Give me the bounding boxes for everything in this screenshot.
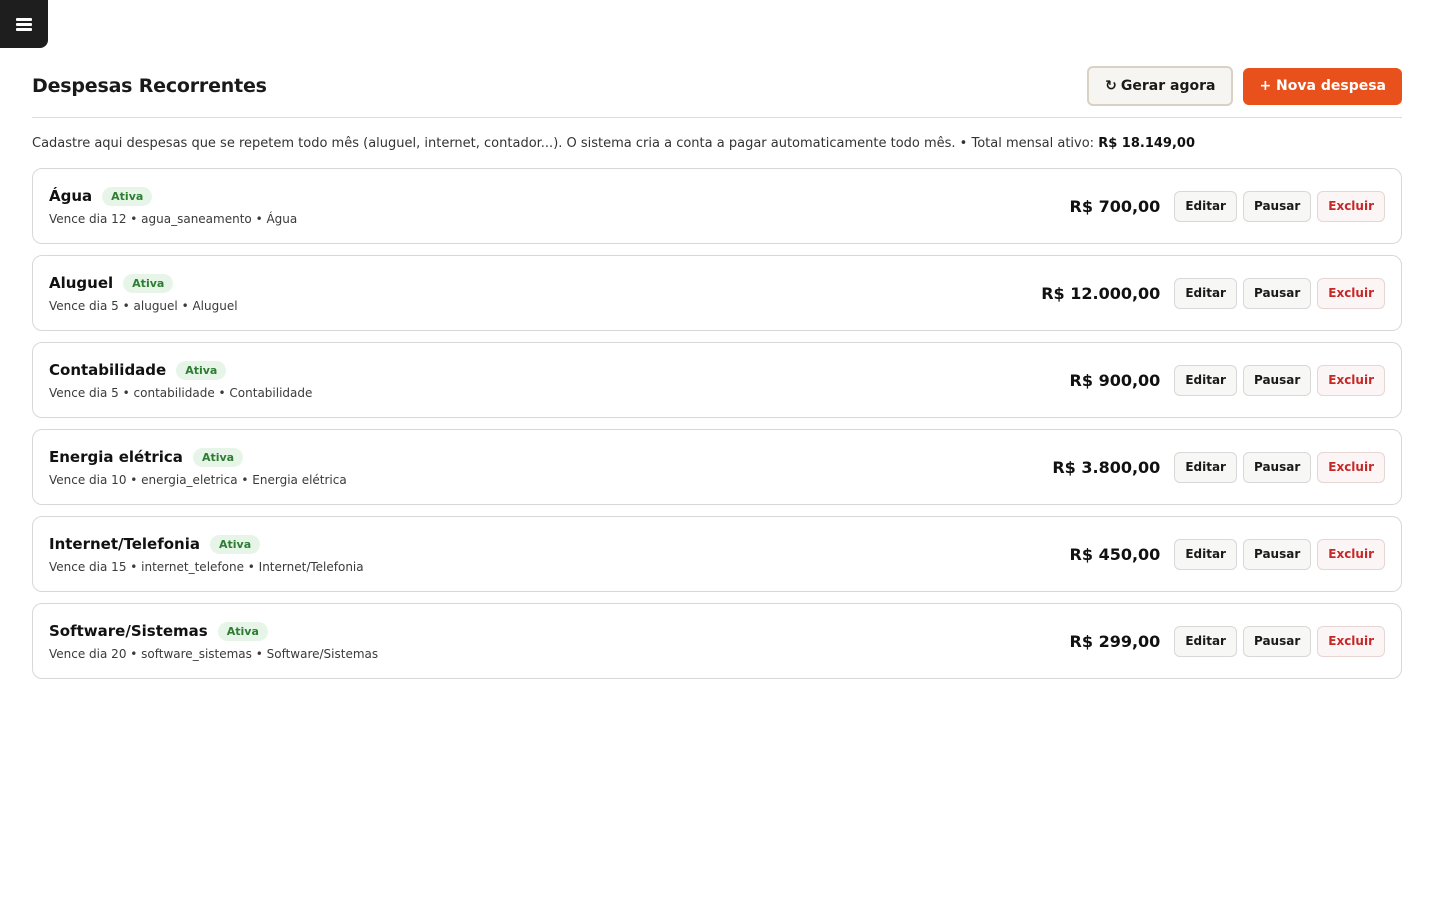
expense-info: Água Ativa Vence dia 12 • agua_saneament… [49,186,298,226]
expense-meta: Vence dia 20 • software_sistemas • Softw… [49,646,379,661]
expense-name-row: Aluguel Ativa [49,273,238,293]
monthly-total: R$ 18.149,00 [1098,136,1195,151]
expense-card: Energia elétrica Ativa Vence dia 10 • en… [32,429,1402,505]
expense-name: Água [49,187,93,205]
status-badge: Ativa [123,273,174,293]
expense-name: Energia elétrica [49,448,183,466]
expense-actions: R$ 299,00 Editar Pausar Excluir [1069,625,1385,657]
edit-button[interactable]: Editar [1174,277,1237,309]
pause-button[interactable]: Pausar [1242,364,1312,396]
expense-meta: Vence dia 5 • aluguel • Aluguel [49,298,238,313]
expense-amount: R$ 450,00 [1069,544,1161,564]
hamburger-icon [16,17,32,31]
expense-amount: R$ 299,00 [1069,631,1161,651]
expense-name-row: Energia elétrica Ativa [49,447,347,467]
expense-meta: Vence dia 15 • internet_telefone • Inter… [49,559,364,574]
new-expense-button[interactable]: + Nova despesa [1243,67,1402,105]
edit-button[interactable]: Editar [1174,625,1237,657]
header-actions: ↻ Gerar agora + Nova despesa [1087,66,1402,106]
expense-list: Água Ativa Vence dia 12 • agua_saneament… [32,168,1402,679]
expense-meta: Vence dia 10 • energia_eletrica • Energi… [49,472,347,487]
expense-card: Água Ativa Vence dia 12 • agua_saneament… [32,168,1402,244]
edit-button[interactable]: Editar [1174,538,1237,570]
status-badge: Ativa [210,534,261,554]
expense-card: Software/Sistemas Ativa Vence dia 20 • s… [32,603,1402,679]
delete-button[interactable]: Excluir [1317,538,1385,570]
expense-card: Aluguel Ativa Vence dia 5 • aluguel • Al… [32,255,1402,331]
pause-button[interactable]: Pausar [1242,190,1312,222]
delete-button[interactable]: Excluir [1317,364,1385,396]
expense-amount: R$ 900,00 [1069,370,1161,390]
page-title: Despesas Recorrentes [32,75,267,97]
status-badge: Ativa [192,447,244,467]
expense-info: Software/Sistemas Ativa Vence dia 20 • s… [49,621,379,661]
expense-actions: R$ 900,00 Editar Pausar Excluir [1069,364,1385,396]
expense-name-row: Software/Sistemas Ativa [49,621,378,641]
delete-button[interactable]: Excluir [1317,625,1385,657]
expense-meta: Vence dia 5 • contabilidade • Contabilid… [49,385,313,400]
status-badge: Ativa [102,186,153,206]
menu-toggle-button[interactable] [0,0,48,48]
pause-button[interactable]: Pausar [1242,451,1312,483]
expense-name-row: Contabilidade Ativa [49,360,312,380]
status-badge: Ativa [217,621,268,641]
expense-amount: R$ 3.800,00 [1052,457,1161,477]
expense-name: Contabilidade [49,361,167,379]
refresh-icon: ↻ [1105,78,1117,94]
expense-actions: R$ 450,00 Editar Pausar Excluir [1069,538,1385,570]
expense-name-row: Internet/Telefonia Ativa [49,534,364,554]
expense-info: Internet/Telefonia Ativa Vence dia 15 • … [49,534,364,574]
pause-button[interactable]: Pausar [1242,625,1312,657]
page-content: Despesas Recorrentes ↻ Gerar agora + Nov… [32,66,1402,679]
edit-button[interactable]: Editar [1174,190,1237,222]
generate-now-label: Gerar agora [1120,78,1216,94]
expense-actions: R$ 700,00 Editar Pausar Excluir [1069,190,1385,222]
expense-name: Internet/Telefonia [49,535,201,553]
page-header: Despesas Recorrentes ↻ Gerar agora + Nov… [32,66,1402,106]
delete-button[interactable]: Excluir [1317,190,1385,222]
expense-name: Software/Sistemas [49,622,208,640]
expense-amount: R$ 12.000,00 [1041,283,1161,303]
page-description: Cadastre aqui despesas que se repetem to… [32,135,1402,153]
delete-button[interactable]: Excluir [1317,451,1385,483]
description-text: Cadastre aqui despesas que se repetem to… [32,136,1095,151]
pause-button[interactable]: Pausar [1242,538,1312,570]
edit-button[interactable]: Editar [1174,451,1237,483]
generate-now-button[interactable]: ↻ Gerar agora [1087,66,1234,106]
expense-name-row: Água Ativa [49,186,297,206]
expense-card: Contabilidade Ativa Vence dia 5 • contab… [32,342,1402,418]
expense-actions: R$ 12.000,00 Editar Pausar Excluir [1041,277,1385,309]
expense-amount: R$ 700,00 [1069,196,1161,216]
expense-info: Contabilidade Ativa Vence dia 5 • contab… [49,360,313,400]
expense-actions: R$ 3.800,00 Editar Pausar Excluir [1052,451,1385,483]
expense-name: Aluguel [49,274,114,292]
expense-card: Internet/Telefonia Ativa Vence dia 15 • … [32,516,1402,592]
pause-button[interactable]: Pausar [1242,277,1312,309]
expense-meta: Vence dia 12 • agua_saneamento • Água [49,211,298,226]
expense-info: Aluguel Ativa Vence dia 5 • aluguel • Al… [49,273,238,313]
delete-button[interactable]: Excluir [1317,277,1385,309]
expense-info: Energia elétrica Ativa Vence dia 10 • en… [49,447,347,487]
status-badge: Ativa [176,360,227,380]
edit-button[interactable]: Editar [1174,364,1237,396]
header-divider [32,117,1402,118]
